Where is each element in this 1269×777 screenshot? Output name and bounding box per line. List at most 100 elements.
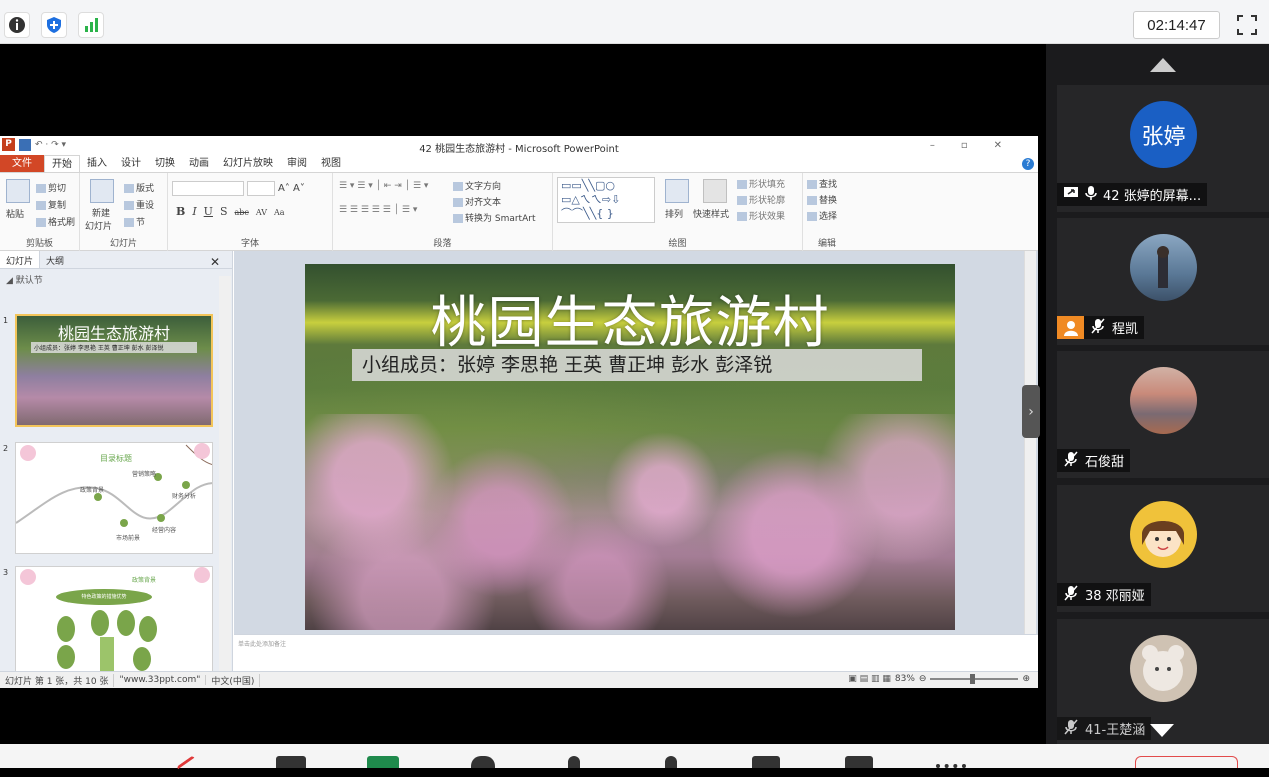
font-size-select[interactable] xyxy=(247,181,275,196)
tab-transitions[interactable]: 切换 xyxy=(148,155,182,172)
paste-button[interactable]: 粘贴 xyxy=(6,207,24,220)
case-button[interactable]: Aa xyxy=(274,208,285,217)
info-icon[interactable] xyxy=(4,12,30,38)
end-meeting-button[interactable] xyxy=(1135,756,1238,768)
close-icon[interactable]: ✕ xyxy=(204,252,226,272)
zoom-control[interactable]: ▣ ▤ ▥ ▦ 83% ⊖ ⊕ xyxy=(848,674,1030,684)
group-label-editing: 编辑 xyxy=(817,239,836,249)
tab-outline[interactable]: 大纲 xyxy=(40,251,70,268)
format-painter-button[interactable]: 格式刷 xyxy=(36,215,75,228)
replace-button[interactable]: 替换 xyxy=(807,193,837,206)
tab-home[interactable]: 开始 xyxy=(44,155,80,172)
slide-thumbnail-1[interactable]: 桃园生态旅游村 小组成员：张婷 李思艳 王英 曹正坤 彭水 彭泽锐 xyxy=(15,314,213,427)
participant-tile[interactable]: 程凯 xyxy=(1057,218,1269,345)
scroll-up-arrow-icon[interactable] xyxy=(1150,58,1176,72)
expand-panel-arrow-icon[interactable]: › xyxy=(1022,385,1040,438)
chat-icon[interactable] xyxy=(752,756,780,768)
paste-icon[interactable] xyxy=(6,179,30,203)
shape-effects-button[interactable]: 形状效果 xyxy=(737,209,785,222)
security-icon[interactable] xyxy=(471,756,495,768)
thumb-tree xyxy=(20,567,210,677)
participants-icon[interactable] xyxy=(568,756,580,768)
powerpoint-window: P ↶ · ↷ ▾ 42 桃园生态旅游村 - Microsoft PowerPo… xyxy=(0,136,1038,688)
thumbnail-scrollbar[interactable] xyxy=(219,276,231,671)
window-controls[interactable]: –▫✕ xyxy=(930,140,1028,151)
current-slide[interactable]: 桃园生态旅游村 小组成员：张婷 李思艳 王英 曹正坤 彭水 彭泽锐 xyxy=(305,264,955,630)
scroll-down-arrow-icon[interactable] xyxy=(1150,724,1174,737)
shape-fill-button[interactable]: 形状填充 xyxy=(737,177,785,190)
font-family-select[interactable] xyxy=(172,181,244,196)
participant-name: 42 张婷的屏幕... xyxy=(1103,189,1202,204)
zoom-in-icon[interactable]: ⊕ xyxy=(1022,674,1030,684)
arrange-button[interactable]: 排列 xyxy=(665,207,683,220)
invite-icon[interactable] xyxy=(665,756,677,768)
editor-scrollbar[interactable] xyxy=(1024,251,1036,634)
record-icon[interactable] xyxy=(845,756,873,768)
slide-thumbnail-3[interactable]: 政策背景 特色政策的措施优势 xyxy=(15,566,213,678)
select-icon xyxy=(807,212,817,221)
thumb-number: 3 xyxy=(3,568,9,577)
grow-font-icon[interactable]: A˄ A˅ xyxy=(278,183,305,194)
select-button[interactable]: 选择 xyxy=(807,209,837,222)
cut-label: 剪切 xyxy=(48,184,67,194)
arrange-icon[interactable] xyxy=(665,179,689,203)
reset-button[interactable]: 重设 xyxy=(124,198,154,211)
new-slide-icon[interactable] xyxy=(90,179,114,203)
tab-review[interactable]: 审阅 xyxy=(280,155,314,172)
align-buttons[interactable]: ☰ ☰ ☰ ☰ ☰ │ ☰ ▾ xyxy=(339,205,417,215)
tab-slides[interactable]: 幻灯片 xyxy=(0,251,41,268)
tab-animations[interactable]: 动画 xyxy=(182,155,216,172)
zoom-out-icon[interactable]: ⊖ xyxy=(919,674,927,684)
signal-icon[interactable] xyxy=(78,12,104,38)
share-screen-icon[interactable] xyxy=(367,756,399,768)
notes-pane[interactable]: 单击此处添加备注 xyxy=(234,634,1038,671)
layout-button[interactable]: 版式 xyxy=(124,181,154,194)
avatar xyxy=(1130,635,1197,702)
find-button[interactable]: 查找 xyxy=(807,177,837,190)
smartart-button[interactable]: 转换为 SmartArt xyxy=(453,211,535,224)
participant-tile[interactable]: 38 邓丽娅 xyxy=(1057,485,1269,612)
quick-styles-button[interactable]: 快速样式 xyxy=(693,207,729,220)
align-text-button[interactable]: 对齐文本 xyxy=(453,195,501,208)
list-buttons[interactable]: ☰ ▾ ☰ ▾ │ ⇤ ⇥ │ ☰ ▾ xyxy=(339,181,428,191)
participant-tile[interactable]: 石俊甜 xyxy=(1057,351,1269,478)
participant-tile[interactable]: 张婷 42 张婷的屏幕... xyxy=(1057,85,1269,212)
help-icon[interactable]: ? xyxy=(1022,158,1034,170)
shapes-gallery[interactable]: ▭▭╲╲▢○ ▭△ㄟㄟ⇨⇩ ⌒⌒╲╲{ } xyxy=(557,177,655,223)
section-button[interactable]: 节 xyxy=(124,215,145,228)
slide-title[interactable]: 桃园生态旅游村 xyxy=(305,278,955,359)
shape-outline-button[interactable]: 形状轮廓 xyxy=(737,193,785,206)
group-label-font: 字体 xyxy=(240,239,259,249)
tab-file[interactable]: 文件 xyxy=(0,155,44,172)
tab-view[interactable]: 视图 xyxy=(314,155,348,172)
section-header[interactable]: ◢ 默认节 xyxy=(0,269,232,286)
tab-insert[interactable]: 插入 xyxy=(80,155,114,172)
view-buttons[interactable]: ▣ ▤ ▥ ▦ xyxy=(848,674,891,684)
zoom-slider-thumb[interactable] xyxy=(970,674,976,684)
underline-button[interactable]: U xyxy=(204,205,213,218)
more-icon[interactable] xyxy=(936,764,966,768)
slide-thumbnail-2[interactable]: 目录标题 政策背景 营销策略 财务分析 市场前景 经营内容 xyxy=(15,442,213,554)
quick-styles-icon[interactable] xyxy=(703,179,727,203)
italic-button[interactable]: I xyxy=(192,205,196,218)
font-format-buttons[interactable]: B I U S abc AV Aa xyxy=(176,205,285,218)
cut-button[interactable]: 剪切 xyxy=(36,181,66,194)
stop-video-icon[interactable] xyxy=(276,756,306,768)
zoom-slider[interactable] xyxy=(930,674,1019,684)
tab-design[interactable]: 设计 xyxy=(114,155,148,172)
fullscreen-icon[interactable] xyxy=(1236,14,1258,36)
tab-slideshow[interactable]: 幻灯片放映 xyxy=(216,155,280,172)
copy-button[interactable]: 复制 xyxy=(36,198,66,211)
slide-members[interactable]: 小组成员：张婷 李思艳 王英 曹正坤 彭水 彭泽锐 xyxy=(352,349,922,381)
thumb-number: 1 xyxy=(3,316,9,325)
new-slide-label[interactable]: 新建 xyxy=(92,206,110,219)
new-slide-label2[interactable]: 幻灯片 xyxy=(85,219,112,232)
text-direction-button[interactable]: 文字方向 xyxy=(453,179,501,192)
shadow-button[interactable]: S xyxy=(220,205,228,218)
strike-button[interactable]: abc xyxy=(235,208,249,217)
mute-mic-icon[interactable] xyxy=(176,755,200,777)
shape-effects-label: 形状效果 xyxy=(749,212,786,222)
spacing-button[interactable]: AV xyxy=(256,208,267,217)
shield-icon[interactable] xyxy=(41,12,67,38)
bold-button[interactable]: B xyxy=(176,205,185,218)
